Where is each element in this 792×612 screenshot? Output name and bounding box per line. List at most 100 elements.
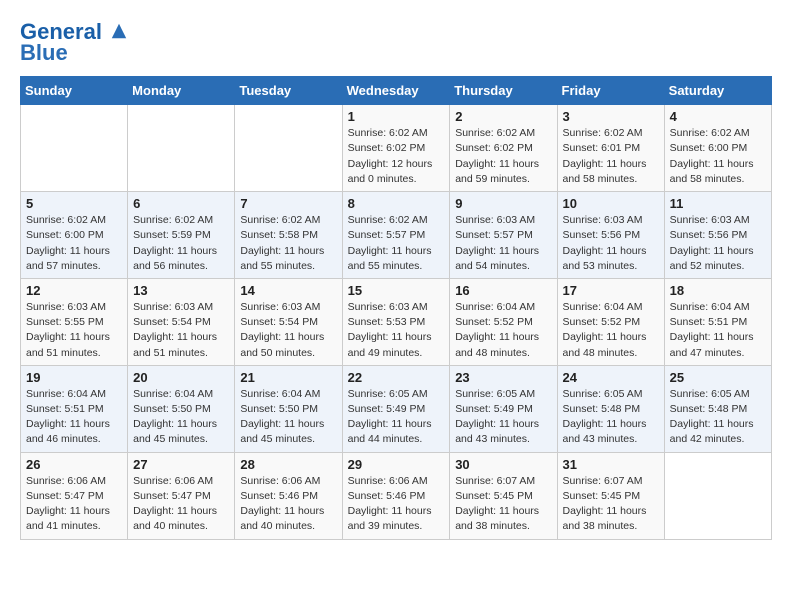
day-info: Sunrise: 6:02 AMSunset: 5:59 PMDaylight:… <box>133 213 229 274</box>
col-header-saturday: Saturday <box>664 77 771 105</box>
day-number: 7 <box>240 196 336 211</box>
day-number: 17 <box>563 283 659 298</box>
day-info: Sunrise: 6:06 AMSunset: 5:46 PMDaylight:… <box>348 474 445 535</box>
day-number: 28 <box>240 457 336 472</box>
table-row: 23 Sunrise: 6:05 AMSunset: 5:49 PMDayligh… <box>450 365 557 452</box>
day-info: Sunrise: 6:04 AMSunset: 5:50 PMDaylight:… <box>240 387 336 448</box>
day-number: 27 <box>133 457 229 472</box>
table-row: 9 Sunrise: 6:03 AMSunset: 5:57 PMDaylight… <box>450 192 557 279</box>
table-row: 27 Sunrise: 6:06 AMSunset: 5:47 PMDayligh… <box>128 452 235 539</box>
day-info: Sunrise: 6:03 AMSunset: 5:56 PMDaylight:… <box>670 213 766 274</box>
table-row: 6 Sunrise: 6:02 AMSunset: 5:59 PMDaylight… <box>128 192 235 279</box>
col-header-friday: Friday <box>557 77 664 105</box>
day-number: 18 <box>670 283 766 298</box>
day-number: 15 <box>348 283 445 298</box>
col-header-thursday: Thursday <box>450 77 557 105</box>
table-row: 29 Sunrise: 6:06 AMSunset: 5:46 PMDayligh… <box>342 452 450 539</box>
day-number: 5 <box>26 196 122 211</box>
logo: General Blue <box>20 20 128 66</box>
day-info: Sunrise: 6:06 AMSunset: 5:47 PMDaylight:… <box>26 474 122 535</box>
table-row: 18 Sunrise: 6:04 AMSunset: 5:51 PMDayligh… <box>664 278 771 365</box>
table-row: 31 Sunrise: 6:07 AMSunset: 5:45 PMDayligh… <box>557 452 664 539</box>
table-row: 5 Sunrise: 6:02 AMSunset: 6:00 PMDaylight… <box>21 192 128 279</box>
table-row: 25 Sunrise: 6:05 AMSunset: 5:48 PMDayligh… <box>664 365 771 452</box>
col-header-monday: Monday <box>128 77 235 105</box>
day-info: Sunrise: 6:04 AMSunset: 5:52 PMDaylight:… <box>563 300 659 361</box>
table-row <box>664 452 771 539</box>
day-number: 6 <box>133 196 229 211</box>
day-info: Sunrise: 6:03 AMSunset: 5:57 PMDaylight:… <box>455 213 551 274</box>
day-info: Sunrise: 6:03 AMSunset: 5:54 PMDaylight:… <box>240 300 336 361</box>
table-row: 19 Sunrise: 6:04 AMSunset: 5:51 PMDayligh… <box>21 365 128 452</box>
day-number: 23 <box>455 370 551 385</box>
table-row: 24 Sunrise: 6:05 AMSunset: 5:48 PMDayligh… <box>557 365 664 452</box>
day-info: Sunrise: 6:05 AMSunset: 5:48 PMDaylight:… <box>563 387 659 448</box>
day-info: Sunrise: 6:03 AMSunset: 5:54 PMDaylight:… <box>133 300 229 361</box>
day-number: 22 <box>348 370 445 385</box>
table-row: 15 Sunrise: 6:03 AMSunset: 5:53 PMDayligh… <box>342 278 450 365</box>
table-row: 12Sunrise: 6:03 AMSunset: 5:55 PMDayligh… <box>21 278 128 365</box>
day-info: Sunrise: 6:04 AMSunset: 5:52 PMDaylight:… <box>455 300 551 361</box>
day-info: Sunrise: 6:06 AMSunset: 5:47 PMDaylight:… <box>133 474 229 535</box>
table-row: 2 Sunrise: 6:02 AMSunset: 6:02 PMDaylight… <box>450 105 557 192</box>
col-header-wednesday: Wednesday <box>342 77 450 105</box>
table-row: 13 Sunrise: 6:03 AMSunset: 5:54 PMDayligh… <box>128 278 235 365</box>
day-info: Sunrise: 6:03 AMSunset: 5:53 PMDaylight:… <box>348 300 445 361</box>
day-info: Sunrise: 6:03 AMSunset: 5:56 PMDaylight:… <box>563 213 659 274</box>
table-row: 1 Sunrise: 6:02 AMSunset: 6:02 PMDaylight… <box>342 105 450 192</box>
day-number: 19 <box>26 370 122 385</box>
table-row: 20Sunrise: 6:04 AMSunset: 5:50 PMDayligh… <box>128 365 235 452</box>
day-number: 25 <box>670 370 766 385</box>
day-number: 4 <box>670 109 766 124</box>
table-row: 30 Sunrise: 6:07 AMSunset: 5:45 PMDayligh… <box>450 452 557 539</box>
day-info: Sunrise: 6:02 AMSunset: 6:00 PMDaylight:… <box>26 213 122 274</box>
day-info: Sunrise: 6:07 AMSunset: 5:45 PMDaylight:… <box>455 474 551 535</box>
col-header-sunday: Sunday <box>21 77 128 105</box>
table-row <box>128 105 235 192</box>
day-number: 1 <box>348 109 445 124</box>
day-number: 16 <box>455 283 551 298</box>
day-number: 9 <box>455 196 551 211</box>
table-row: 21 Sunrise: 6:04 AMSunset: 5:50 PMDayligh… <box>235 365 342 452</box>
day-number: 21 <box>240 370 336 385</box>
day-number: 29 <box>348 457 445 472</box>
day-info: Sunrise: 6:04 AMSunset: 5:51 PMDaylight:… <box>26 387 122 448</box>
table-row <box>21 105 128 192</box>
page-header: General Blue <box>20 20 772 66</box>
table-row: 26 Sunrise: 6:06 AMSunset: 5:47 PMDayligh… <box>21 452 128 539</box>
day-info: Sunrise: 6:02 AMSunset: 6:02 PMDaylight:… <box>348 126 445 187</box>
calendar-table: SundayMondayTuesdayWednesdayThursdayFrid… <box>20 76 772 539</box>
day-info: Sunrise: 6:05 AMSunset: 5:49 PMDaylight:… <box>348 387 445 448</box>
day-info: Sunrise: 6:02 AMSunset: 6:02 PMDaylight:… <box>455 126 551 187</box>
day-number: 30 <box>455 457 551 472</box>
table-row: 17 Sunrise: 6:04 AMSunset: 5:52 PMDayligh… <box>557 278 664 365</box>
day-number: 31 <box>563 457 659 472</box>
table-row: 22 Sunrise: 6:05 AMSunset: 5:49 PMDayligh… <box>342 365 450 452</box>
table-row: 4 Sunrise: 6:02 AMSunset: 6:00 PMDaylight… <box>664 105 771 192</box>
day-number: 14 <box>240 283 336 298</box>
day-number: 8 <box>348 196 445 211</box>
table-row: 16 Sunrise: 6:04 AMSunset: 5:52 PMDayligh… <box>450 278 557 365</box>
table-row: 28 Sunrise: 6:06 AMSunset: 5:46 PMDayligh… <box>235 452 342 539</box>
day-number: 2 <box>455 109 551 124</box>
day-info: Sunrise: 6:06 AMSunset: 5:46 PMDaylight:… <box>240 474 336 535</box>
day-info: Sunrise: 6:02 AMSunset: 6:00 PMDaylight:… <box>670 126 766 187</box>
day-number: 20 <box>133 370 229 385</box>
day-info: Sunrise: 6:05 AMSunset: 5:49 PMDaylight:… <box>455 387 551 448</box>
day-number: 24 <box>563 370 659 385</box>
day-info: Sunrise: 6:05 AMSunset: 5:48 PMDaylight:… <box>670 387 766 448</box>
day-number: 13 <box>133 283 229 298</box>
table-row: 10 Sunrise: 6:03 AMSunset: 5:56 PMDayligh… <box>557 192 664 279</box>
day-number: 26 <box>26 457 122 472</box>
day-number: 11 <box>670 196 766 211</box>
day-info: Sunrise: 6:04 AMSunset: 5:51 PMDaylight:… <box>670 300 766 361</box>
table-row: 14 Sunrise: 6:03 AMSunset: 5:54 PMDayligh… <box>235 278 342 365</box>
table-row: 7Sunrise: 6:02 AMSunset: 5:58 PMDaylight… <box>235 192 342 279</box>
day-info: Sunrise: 6:07 AMSunset: 5:45 PMDaylight:… <box>563 474 659 535</box>
table-row: 3Sunrise: 6:02 AMSunset: 6:01 PMDaylight… <box>557 105 664 192</box>
day-number: 10 <box>563 196 659 211</box>
col-header-tuesday: Tuesday <box>235 77 342 105</box>
table-row: 8 Sunrise: 6:02 AMSunset: 5:57 PMDaylight… <box>342 192 450 279</box>
day-info: Sunrise: 6:02 AMSunset: 5:57 PMDaylight:… <box>348 213 445 274</box>
day-info: Sunrise: 6:02 AMSunset: 6:01 PMDaylight:… <box>563 126 659 187</box>
